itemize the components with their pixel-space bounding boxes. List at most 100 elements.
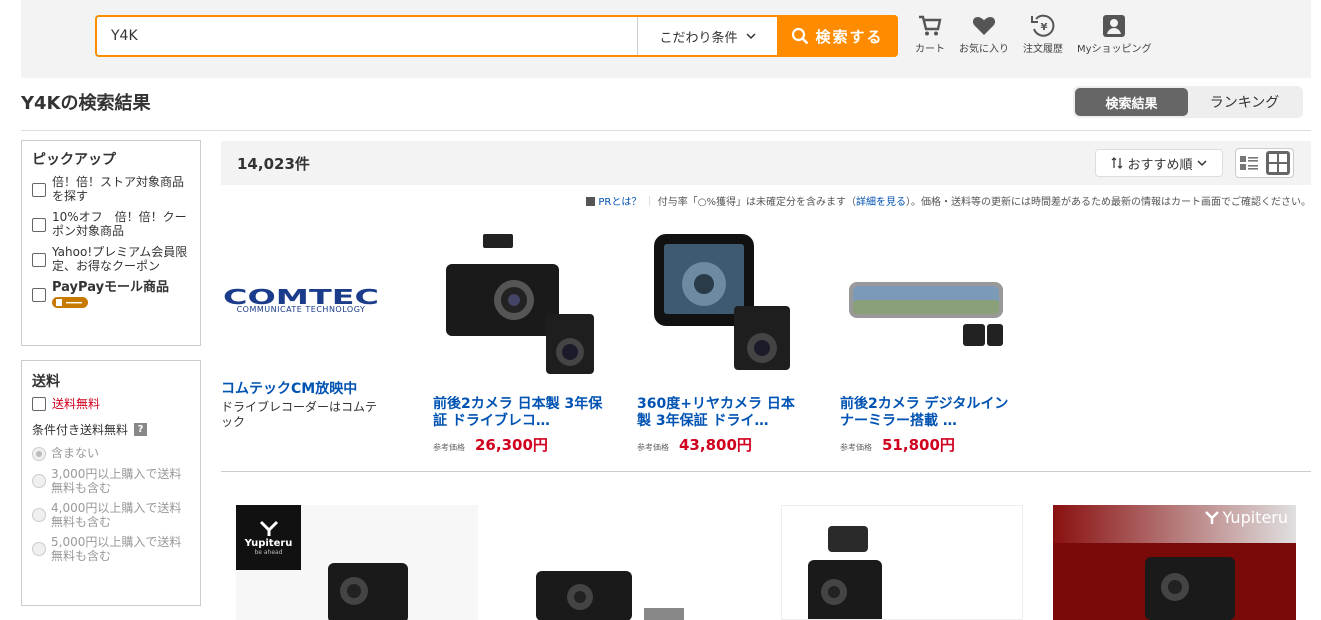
pr-link[interactable]: PRとは？	[598, 197, 641, 208]
listing-image[interactable]	[781, 505, 1023, 620]
search-input[interactable]	[97, 17, 637, 55]
history-icon: ¥	[1031, 14, 1055, 37]
dashcam-image	[1145, 557, 1235, 620]
price-label: 参考価格	[637, 443, 669, 452]
radio-label: 4,000円以上購入で送料無料も含む	[51, 501, 182, 529]
list-view-icon[interactable]	[1239, 154, 1259, 172]
filter-option-paypay-mall[interactable]: PayPayモール商品	[32, 280, 190, 311]
cart-link[interactable]: カート	[915, 12, 945, 55]
product-name: 前後2カメラ 日本製 3年保証 ドライブレコ…	[433, 396, 603, 429]
checkbox[interactable]	[32, 288, 46, 302]
yupiteru-mark-icon	[259, 520, 278, 536]
sort-dropdown[interactable]: おすすめ順	[1095, 149, 1223, 177]
pickup-title: ピックアップ	[32, 152, 116, 168]
search-button[interactable]: 検索する	[777, 15, 898, 57]
conditional-shipping-header: 条件付き送料無料 ?	[32, 421, 190, 438]
tab-search-results[interactable]: 検索結果	[1075, 88, 1188, 116]
free-shipping-label: 送料無料	[52, 397, 101, 411]
condition-dropdown[interactable]: こだわり条件	[637, 17, 777, 55]
radio-button[interactable]	[32, 542, 46, 556]
filter-label: Yahoo!プレミアム会員限定、お得なクーポン	[52, 245, 188, 273]
mirror-camera-image	[849, 282, 1003, 346]
banner-brand-name: Yupiteru	[1222, 508, 1288, 527]
divider	[221, 471, 1311, 472]
radio-option-4000[interactable]: 4,000円以上購入で送料無料も含む	[32, 501, 190, 529]
product-image	[433, 226, 603, 376]
price-label: 参考価格	[433, 443, 465, 452]
divider	[21, 130, 1311, 131]
comtec-logo-sub: COMMUNICATE TECHNOLOGY	[236, 304, 366, 314]
radio-option-5000[interactable]: 5,000円以上購入で送料無料も含む	[32, 535, 190, 563]
pr-product-card[interactable]: 前後2カメラ デジタルインナーミラー搭載 … 参考価格 51,800円	[840, 226, 1010, 455]
dashcam-image	[808, 526, 882, 619]
listing-image[interactable]: Yupiteru	[1053, 505, 1296, 620]
search-icon	[792, 27, 809, 45]
tab-ranking[interactable]: ランキング	[1188, 88, 1301, 116]
filter-label: 10%オフ 倍！倍！クーポン対象商品	[52, 210, 187, 238]
favorites-label: お気に入り	[959, 44, 1009, 55]
listing-image[interactable]: Yupiteru be ahead	[236, 505, 478, 620]
pr-notice: PRとは？ ｜ 付与率「○%獲得」は未確定分を含みます（詳細を見る）。価格・送料…	[221, 193, 1311, 208]
shipping-title: 送料	[32, 374, 60, 390]
chevron-down-icon	[745, 32, 756, 39]
result-tabs: 検索結果 ランキング	[1073, 86, 1303, 118]
order-history-link[interactable]: ¥ 注文履歴	[1023, 12, 1063, 55]
radio-label: 含まない	[51, 446, 100, 460]
checkbox[interactable]	[32, 218, 46, 232]
dashcam-image	[654, 234, 790, 370]
page-title: Y4Kの検索結果	[21, 93, 151, 114]
yupiteru-name: Yupiteru	[244, 537, 293, 549]
checkbox[interactable]	[32, 253, 46, 267]
radio-option-3000[interactable]: 3,000円以上購入で送料無料も含む	[32, 467, 190, 495]
header-nav: カート お気に入り ¥ 注文履歴 Myショッピング	[915, 12, 1166, 55]
accessory	[644, 608, 684, 620]
checkbox[interactable]	[32, 183, 46, 197]
notice-text-2: ）。価格・送料等の更新には時間差があるため最新の情報はカート画面でご確認ください…	[906, 197, 1311, 208]
filter-option-store-bonus[interactable]: 倍！倍！ストア対象商品を探す	[32, 175, 190, 203]
price-label: 参考価格	[840, 443, 872, 452]
my-shopping-link[interactable]: Myショッピング	[1077, 12, 1152, 55]
dashcam-image	[328, 563, 408, 620]
cart-icon	[919, 15, 942, 36]
radio-button[interactable]	[32, 447, 46, 461]
product-image	[637, 226, 807, 376]
favorites-link[interactable]: お気に入り	[959, 12, 1009, 55]
grid-view-icon[interactable]	[1265, 151, 1290, 175]
notice-text-1: 付与率「○%獲得」は未確定分を含みます（	[657, 197, 856, 208]
yupiteru-logo: Yupiteru be ahead	[236, 505, 301, 570]
brand-desc: ドライブレコーダーはコムテック	[221, 400, 378, 429]
svg-text:¥: ¥	[1041, 22, 1048, 33]
brand-logo: COMTEC COMMUNICATE TECHNOLOGY	[221, 226, 381, 374]
chevron-down-icon	[1196, 159, 1207, 166]
product-name: 360度+リヤカメラ 日本製 3年保証 ドライ…	[637, 396, 795, 429]
pr-brand-card[interactable]: COMTEC COMMUNICATE TECHNOLOGY コムテックCM放映中…	[221, 226, 381, 430]
cart-label: カート	[915, 44, 945, 55]
pickup-filter-box: ピックアップ 倍！倍！ストア対象商品を探す 10%オフ 倍！倍！クーポン対象商品…	[21, 140, 201, 346]
listing-image[interactable]	[518, 505, 738, 620]
paypay-mall-badge	[52, 297, 88, 308]
paypay-mall-logo	[56, 299, 82, 306]
person-icon	[1103, 15, 1126, 37]
filter-option-premium[interactable]: Yahoo!プレミアム会員限定、お得なクーポン	[32, 245, 190, 273]
radio-label: 3,000円以上購入で送料無料も含む	[51, 467, 182, 495]
details-link[interactable]: 詳細を見る	[856, 197, 906, 208]
comtec-logo-text: COMTEC	[223, 287, 379, 305]
radio-label: 5,000円以上購入で送料無料も含む	[51, 535, 182, 563]
filter-option-coupon[interactable]: 10%オフ 倍！倍！クーポン対象商品	[32, 210, 190, 238]
help-icon[interactable]: ?	[134, 423, 148, 436]
radio-button[interactable]	[32, 508, 46, 522]
view-toggle	[1235, 148, 1294, 178]
product-price: 26,300円	[475, 436, 548, 454]
order-history-label: 注文履歴	[1023, 44, 1063, 55]
dashcam-image	[536, 571, 632, 620]
pr-product-card[interactable]: 360度+リヤカメラ 日本製 3年保証 ドライ… 参考価格 43,800円	[637, 226, 807, 455]
search-bar: こだわり条件 検索する	[95, 15, 898, 57]
filter-label: 倍！倍！ストア対象商品を探す	[52, 175, 185, 203]
dashcam-image	[446, 234, 594, 374]
brand-title: コムテックCM放映中	[221, 381, 358, 397]
radio-button[interactable]	[32, 474, 46, 488]
radio-option-exclude[interactable]: 含まない	[32, 446, 190, 461]
pr-product-card[interactable]: 前後2カメラ 日本製 3年保証 ドライブレコ… 参考価格 26,300円	[433, 226, 603, 455]
checkbox[interactable]	[32, 397, 46, 411]
filter-option-free-shipping[interactable]: 送料無料	[32, 397, 190, 411]
